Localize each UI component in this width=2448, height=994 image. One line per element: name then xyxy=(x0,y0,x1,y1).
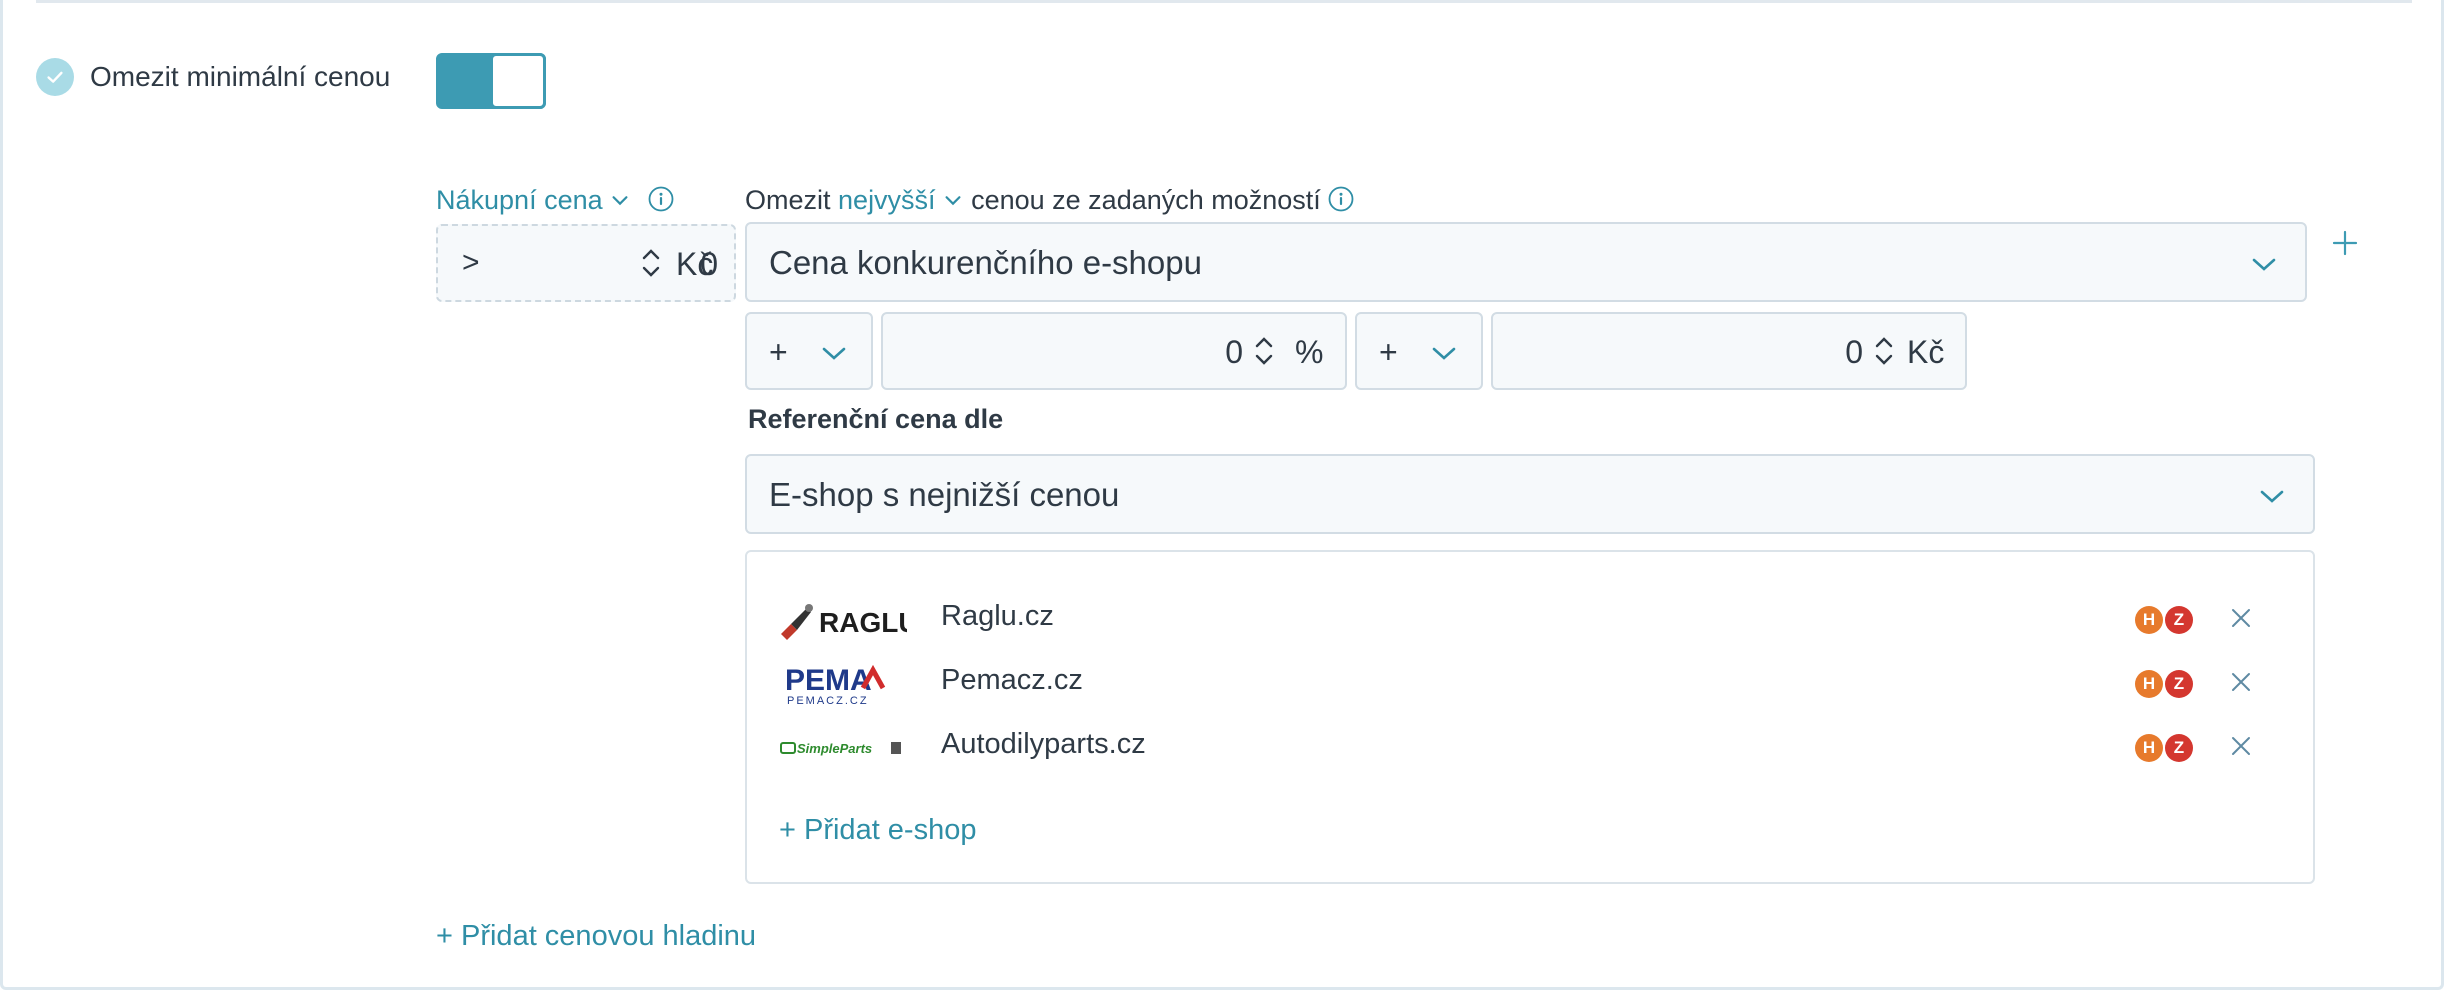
chevron-down-icon xyxy=(1432,347,1456,360)
raglu-logo: RAGLU xyxy=(781,604,907,640)
add-option-plus-icon[interactable] xyxy=(2330,228,2360,258)
checkbox-minimum-price[interactable] xyxy=(36,58,74,96)
chevron-down-icon xyxy=(2252,258,2276,271)
spinner-icon[interactable] xyxy=(640,244,662,282)
minimum-price-toggle[interactable] xyxy=(436,53,546,109)
reference-price-select[interactable]: E-shop s nejnižší cenou xyxy=(745,454,2315,534)
limit-mode-dropdown[interactable]: nejvyšší xyxy=(838,185,964,215)
top-divider xyxy=(36,0,2412,3)
add-eshop-link[interactable]: + Přidat e-shop xyxy=(779,814,976,847)
limit-mode-value: nejvyšší xyxy=(838,185,936,215)
chevron-down-icon xyxy=(612,196,628,206)
badge-z: Z xyxy=(2165,734,2193,762)
reference-price-value: E-shop s nejnižší cenou xyxy=(769,476,1120,513)
remove-eshop-close-icon[interactable] xyxy=(2227,604,2255,632)
amount-adjust-unit: Kč xyxy=(1907,334,1945,370)
purchase-price-input[interactable]: > 0 Kč xyxy=(436,224,736,302)
limit-suffix: cenou ze zadaných možností xyxy=(971,185,1321,215)
eshop-name: Autodilyparts.cz xyxy=(941,728,1146,760)
eshop-list-panel: RAGLU Raglu.cz H Z PEMA PEMACZ.CZ Pemacz… xyxy=(745,550,2315,884)
simpleparts-logo-text: SimpleParts xyxy=(797,741,872,756)
amount-adjust-input[interactable]: 0 Kč xyxy=(1491,312,1967,390)
percent-adjust-unit: % xyxy=(1295,334,1324,370)
minimum-price-label: Omezit minimální cenou xyxy=(90,61,391,92)
percent-sign-value: + xyxy=(769,334,788,370)
purchase-price-unit: Kč xyxy=(676,246,714,282)
price-source-select[interactable]: Cena konkurenčního e-shopu xyxy=(745,222,2307,302)
info-icon[interactable] xyxy=(648,186,674,212)
raglu-logo-text: RAGLU xyxy=(819,607,907,638)
price-source-value: Cena konkurenčního e-shopu xyxy=(769,244,1202,281)
pema-logo-text: PEMA xyxy=(785,664,872,697)
amount-sign-value: + xyxy=(1379,334,1398,370)
eshop-row: RAGLU Raglu.cz H Z xyxy=(747,594,2313,644)
badge-h: H xyxy=(2135,606,2163,634)
info-icon[interactable] xyxy=(1328,186,1354,212)
badge-h: H xyxy=(2135,670,2163,698)
operator-symbol: > xyxy=(462,246,480,279)
amount-sign-select[interactable]: + xyxy=(1355,312,1483,390)
remove-eshop-close-icon[interactable] xyxy=(2227,668,2255,696)
remove-eshop-close-icon[interactable] xyxy=(2227,732,2255,760)
badge-h: H xyxy=(2135,734,2163,762)
pema-logo-subtext: PEMACZ.CZ xyxy=(787,695,869,706)
percent-adjust-value: 0 xyxy=(1225,334,1243,370)
badge-z: Z xyxy=(2165,670,2193,698)
percent-adjust-input[interactable]: 0 % xyxy=(881,312,1347,390)
spinner-icon[interactable] xyxy=(1873,332,1895,370)
badge-z: Z xyxy=(2165,606,2193,634)
check-icon xyxy=(47,71,63,83)
toggle-knob xyxy=(490,53,546,109)
chevron-down-icon xyxy=(945,196,961,206)
purchase-price-dropdown[interactable]: Nákupní cena xyxy=(436,182,674,218)
percent-sign-select[interactable]: + xyxy=(745,312,873,390)
limit-prefix: Omezit xyxy=(745,185,831,215)
purchase-price-label: Nákupní cena xyxy=(436,185,603,215)
eshop-name: Pemacz.cz xyxy=(941,664,1083,696)
eshop-row: PEMA PEMACZ.CZ Pemacz.cz H Z xyxy=(747,658,2313,708)
limit-mode-label: Omezit nejvyšší cenou ze zadaných možnos… xyxy=(745,182,1354,218)
chevron-down-icon xyxy=(2260,490,2284,503)
simpleparts-logo: SimpleParts xyxy=(780,741,901,756)
amount-adjust-value: 0 xyxy=(1845,334,1863,370)
add-price-level-link[interactable]: + Přidat cenovou hladinu xyxy=(436,920,756,953)
pema-logo: PEMA PEMACZ.CZ xyxy=(785,664,886,706)
eshop-row: SimpleParts Autodilyparts.cz H Z xyxy=(747,722,2313,772)
chevron-down-icon xyxy=(822,347,846,360)
spinner-icon[interactable] xyxy=(1253,332,1275,370)
eshop-name: Raglu.cz xyxy=(941,600,1054,632)
reference-price-label: Referenční cena dle xyxy=(748,404,1004,434)
